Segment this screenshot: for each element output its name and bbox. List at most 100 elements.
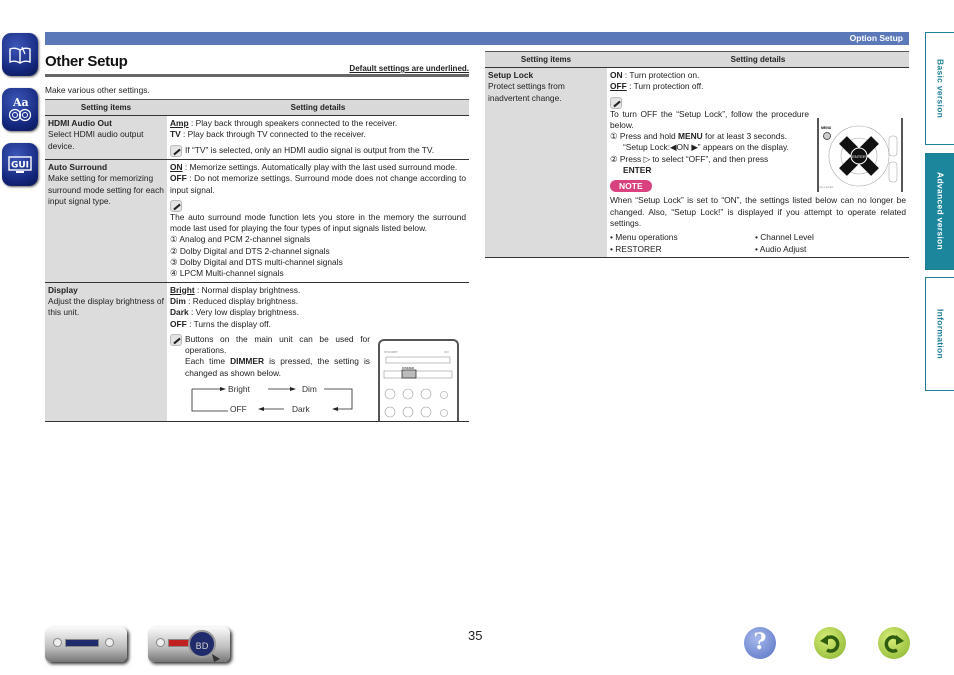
note-pencil-icon [170, 144, 182, 157]
cycle-dark: Dark [292, 404, 310, 414]
page-title: Other Setup [45, 53, 128, 70]
font-index-icon: Aa [8, 96, 32, 121]
setting-name: Setup Lock [488, 70, 534, 80]
note-text: When “Setup Lock” is set to “ON”, the se… [610, 195, 906, 228]
list-item: ② Dolby Digital and DTS 2-channel signal… [170, 245, 330, 256]
tab-label: Information [935, 308, 946, 360]
svg-text:Aa: Aa [12, 96, 29, 109]
arrow-icon [332, 407, 338, 412]
procedure-block: To turn OFF the “Setup Lock”, follow the… [610, 109, 809, 177]
cycle-line [324, 388, 353, 410]
tab-label: Advanced version [935, 172, 946, 251]
help-button[interactable]: ? [744, 627, 776, 659]
display-icon: BD [188, 630, 220, 662]
svg-text:ON: ON [444, 350, 449, 354]
col-header-items: Setting items [45, 99, 167, 116]
table-header-row: Setting items Setting details [45, 99, 469, 116]
svg-text:DIMMER: DIMMER [402, 366, 415, 370]
back-button[interactable] [814, 627, 846, 659]
setting-desc: Select HDMI audio output device. [48, 129, 144, 151]
option-line: Bright : Normal display brightness. [170, 284, 301, 295]
procedure-step-detail: “Setup Lock:◀ON ▶” appears on the displa… [623, 142, 789, 153]
table-row: Auto Surround Make setting for memorizin… [45, 159, 469, 283]
procedure-step: ② Press ▷ to select “OFF”, and then pres… [610, 153, 769, 164]
list-item: • Audio Adjust [755, 243, 807, 254]
col-header-items: Setting items [485, 51, 607, 68]
tab-information[interactable]: Information [925, 277, 954, 391]
display-button[interactable]: BD [148, 627, 230, 662]
table-row: Setup Lock Protect settings from inadver… [485, 67, 909, 258]
tab-label: Basic version [935, 58, 946, 119]
contents-book-icon [9, 46, 31, 64]
arrow-icon [220, 387, 226, 392]
list-item: ① Analog and PCM 2-channel signals [170, 234, 311, 245]
note-text: Buttons on the main unit can be used for… [185, 333, 370, 356]
main-unit-buttons: STANDBY ON DIMMER [383, 350, 453, 417]
locked-settings-list: • Menu operations • Channel Level • REST… [610, 232, 906, 255]
setting-name: Display [48, 284, 78, 295]
knob [156, 638, 165, 647]
svg-text:STANDBY: STANDBY [384, 350, 398, 354]
option-line: Dim : Reduced display brightness. [170, 295, 299, 306]
index-button[interactable]: Aa [2, 88, 38, 131]
left-settings-table: Setting items Setting details HDMI Audio… [45, 99, 469, 422]
list-item: • RESTORER [610, 243, 662, 254]
arrow-icon [290, 387, 296, 392]
option-line: OFF : Turn protection off. [610, 81, 704, 92]
option-line: OFF : Turns the display off. [170, 318, 271, 329]
main-unit-illustration: STANDBY ON DIMMER [378, 338, 459, 421]
tab-advanced-version[interactable]: Advanced version [925, 153, 954, 270]
option-line: ON : Memorize settings. Automatically pl… [170, 162, 458, 172]
option-line: Dark : Very low display brightness. [170, 307, 299, 318]
note-line: If “TV” is selected, only an HDMI audio … [170, 144, 466, 157]
svg-text:ENTER: ENTER [852, 154, 866, 159]
table-header-row: Setting items Setting details [485, 51, 909, 68]
arrow-icon [258, 407, 264, 412]
cycle-bright: Bright [228, 385, 251, 394]
table-row: Display Adjust the display brightness of… [45, 281, 469, 422]
dimmer-cycle-diagram: Bright Dim Dark OFF [191, 385, 353, 414]
list-item: ③ Dolby Digital and DTS multi-channel si… [170, 257, 343, 268]
setting-name: HDMI Audio Out [48, 118, 112, 128]
forward-icon [884, 635, 904, 653]
dimmer-button [401, 369, 417, 379]
cycle-line [191, 389, 228, 412]
setting-name: Auto Surround [48, 162, 108, 172]
contents-button[interactable] [2, 33, 38, 76]
list-item: • Menu operations [610, 232, 678, 243]
intro-text: Make various other settings. [45, 85, 150, 95]
breadcrumb: Option Setup [849, 33, 903, 43]
note-text: Each time DIMMER is pressed, the setting… [185, 356, 370, 378]
option-line: ON : Turn protection on. [610, 70, 700, 80]
note-text: The auto surround mode function lets you… [170, 211, 466, 234]
enter-key-label: ENTER [623, 165, 652, 176]
procedure-step: ① Press and hold MENU for at least 3 sec… [610, 131, 787, 142]
gui-button[interactable]: GUI [2, 143, 38, 186]
col-header-details: Setting details [167, 99, 469, 116]
cycle-off: OFF [230, 404, 247, 414]
note-badge: NOTE [610, 180, 652, 193]
title-divider [45, 74, 469, 77]
remote-illustration: ENTER MENU CH.LEVEL [817, 118, 903, 192]
svg-text:MENU: MENU [821, 126, 832, 130]
help-icon: ? [753, 629, 767, 656]
page-number: 35 [468, 628, 483, 643]
option-line: Amp : Play back through speakers connect… [170, 118, 398, 128]
menu-button [823, 132, 831, 140]
front-panel-button[interactable] [45, 627, 127, 662]
forward-button[interactable] [878, 627, 910, 659]
display-window [65, 639, 99, 647]
note-block: Buttons on the main unit can be used for… [170, 333, 370, 379]
note-pencil-icon [610, 96, 622, 109]
procedure-intro: To turn OFF the “Setup Lock”, follow the… [610, 108, 809, 130]
back-icon [820, 635, 840, 653]
gui-icon: GUI [8, 155, 32, 173]
svg-text:CH.LEVEL: CH.LEVEL [819, 185, 834, 189]
default-settings-note: Default settings are underlined. [349, 64, 469, 73]
knob [105, 638, 114, 647]
front-panel-icon [53, 638, 62, 647]
tab-basic-version[interactable]: Basic version [925, 32, 954, 145]
note-pencil-icon [170, 199, 182, 212]
svg-text:BD: BD [195, 642, 208, 652]
option-line: TV : Play back through TV connected to t… [170, 129, 366, 140]
